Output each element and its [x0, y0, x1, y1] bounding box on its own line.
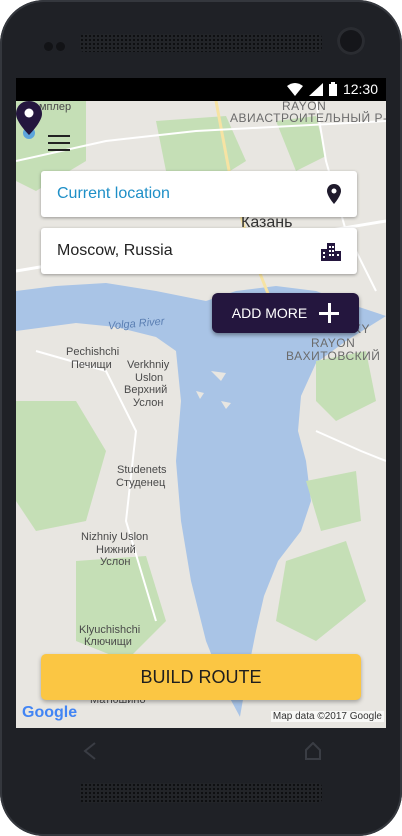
battery-icon [328, 82, 337, 96]
build-route-label: BUILD ROUTE [140, 666, 262, 687]
status-bar: 12:30 [16, 78, 386, 101]
city-buildings-icon[interactable] [321, 241, 341, 261]
map-label-klyuchishchi-latin: Klyuchishchi [79, 624, 141, 636]
build-route-button[interactable]: BUILD ROUTE [41, 654, 361, 700]
bottom-speaker [80, 783, 322, 803]
map-label-pechishchi-cyr: Печищи [71, 359, 112, 371]
map-label-studenets-cyr: Студенец [116, 477, 166, 489]
sensor-dots [44, 38, 68, 56]
map-label-nizhniy-cyr: Нижний [96, 544, 136, 556]
location-pin-icon[interactable] [327, 184, 341, 204]
map-label-uslon-cyr: Услон [133, 397, 164, 409]
map-label-nizhniy-uslon-cyr: Услон [100, 556, 131, 568]
phone-frame: 12:30 Ремплер RAYON АВИАСТРОИТЕЛЬНЫЙ Р-Н… [0, 0, 402, 836]
status-time: 12:30 [342, 81, 378, 97]
home-icon[interactable] [305, 742, 321, 760]
to-location-field[interactable]: Moscow, Russia [41, 228, 357, 274]
earpiece-speaker [80, 34, 322, 52]
add-more-button[interactable]: ADD MORE [212, 293, 359, 333]
map-label-nizhniy-uslon-latin: Nizhniy Uslon [81, 531, 149, 543]
map-attribution[interactable]: Map data ©2017 Google [270, 711, 384, 722]
map-label-pechishchi-latin: Pechishchi [66, 346, 120, 358]
map-label-aviastroitelny: АВИАСТРОИТЕЛЬНЫЙ Р-Н [230, 111, 386, 125]
map-label-vakhitovsky-cyr: ВАХИТОВСКИЙ [286, 349, 381, 363]
plus-icon [319, 303, 340, 323]
wifi-icon [286, 82, 303, 96]
map-label-verkhniy-cyr: Верхний [124, 384, 168, 396]
google-logo-text: Google [22, 704, 78, 721]
signal-icon [308, 82, 323, 96]
map-label-rayon-right: RAYON [311, 336, 356, 350]
google-logo: Google [22, 704, 77, 722]
map-marker-icon[interactable] [16, 101, 42, 141]
map-label-studenets-latin: Studenets [117, 464, 167, 476]
app-screen: 12:30 Ремплер RAYON АВИАСТРОИТЕЛЬНЫЙ Р-Н… [16, 78, 386, 728]
map-label-verkhniy-latin: Verkhniy [127, 359, 170, 371]
back-icon[interactable] [83, 742, 97, 760]
map-label-klyuchishchi-cyr: Ключищи [84, 636, 132, 648]
from-location-value: Current location [57, 185, 170, 202]
hamburger-icon[interactable] [48, 135, 70, 153]
front-camera [337, 27, 365, 55]
from-location-field[interactable]: Current location [41, 171, 357, 217]
map-label-uslon-latin: Uslon [135, 372, 164, 384]
to-location-value: Moscow, Russia [57, 242, 173, 259]
add-more-label: ADD MORE [231, 305, 308, 321]
